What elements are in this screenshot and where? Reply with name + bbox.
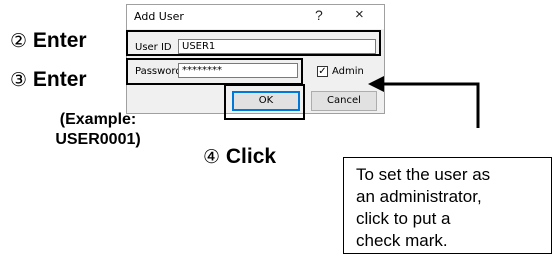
- callout-line-2: an administrator,: [356, 187, 482, 206]
- callout-line-3: click to put a: [356, 209, 451, 228]
- admin-callout: To set the user as an administrator, cli…: [343, 157, 552, 254]
- callout-line-1: To set the user as: [356, 165, 491, 184]
- callout-line-4: check mark.: [356, 231, 448, 250]
